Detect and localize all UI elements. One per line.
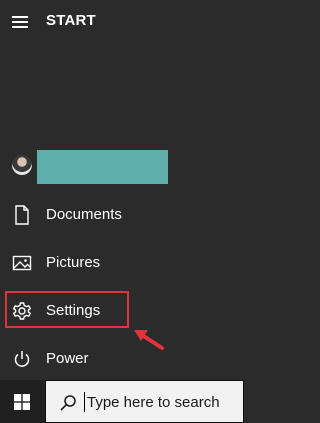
picture-icon bbox=[12, 255, 32, 271]
menu-item-label: Documents bbox=[46, 206, 122, 223]
taskbar: Type here to search bbox=[0, 380, 244, 423]
start-button[interactable] bbox=[0, 380, 44, 423]
start-title: START bbox=[46, 12, 96, 29]
menu-item-label: Pictures bbox=[46, 254, 101, 271]
user-account-item[interactable] bbox=[0, 144, 244, 190]
hamburger-menu-icon[interactable] bbox=[12, 14, 30, 28]
menu-item-settings[interactable]: Settings bbox=[0, 288, 244, 334]
menu-item-pictures[interactable]: Pictures bbox=[0, 240, 244, 286]
menu-item-label: Power bbox=[46, 350, 89, 367]
search-placeholder: Type here to search bbox=[87, 394, 220, 411]
document-icon bbox=[15, 205, 29, 225]
user-avatar bbox=[12, 155, 32, 175]
windows-logo-icon bbox=[14, 394, 30, 410]
menu-item-label: Settings bbox=[46, 302, 101, 319]
search-icon bbox=[60, 395, 76, 411]
menu-item-documents[interactable]: Documents bbox=[0, 192, 244, 238]
taskbar-search-box[interactable]: Type here to search bbox=[45, 380, 244, 423]
text-caret bbox=[84, 392, 85, 412]
user-name-redacted bbox=[37, 150, 168, 184]
start-header: START bbox=[0, 0, 244, 44]
menu-item-power[interactable]: Power bbox=[0, 336, 244, 382]
power-icon bbox=[14, 351, 30, 367]
gear-icon bbox=[12, 302, 32, 320]
